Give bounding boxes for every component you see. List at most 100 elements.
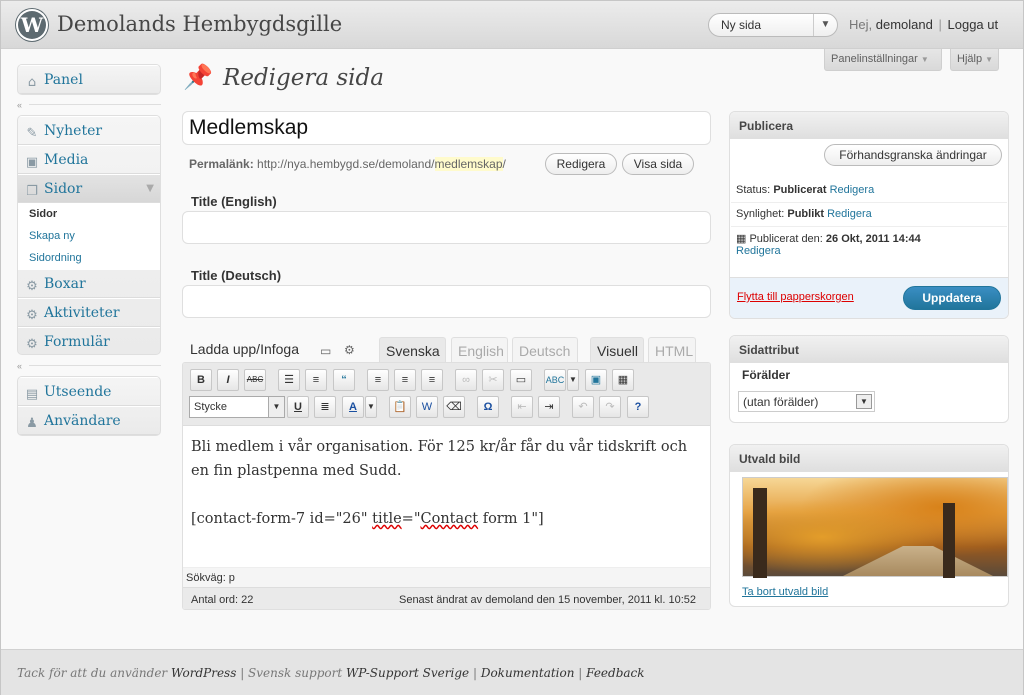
update-button[interactable]: Uppdatera xyxy=(903,286,1001,310)
menu-item-users[interactable]: ♟ Användare xyxy=(18,406,160,435)
view-page-button[interactable]: Visa sida xyxy=(622,153,694,175)
page-attributes-box: Sidattribut Förälder (utan förälder) ▼ xyxy=(729,335,1009,423)
shortcode-part: [contact-form-7 id="26" xyxy=(191,511,373,527)
menu-separator[interactable]: « xyxy=(17,100,161,110)
permalink-slug[interactable]: medlemskap xyxy=(434,157,503,171)
support-link[interactable]: WP-Support Sverige xyxy=(346,666,469,680)
menu-separator[interactable]: « xyxy=(17,361,161,371)
justify-icon[interactable]: ≣ xyxy=(314,396,336,418)
menu-group-settings: ▤ Utseende ♟ Användare xyxy=(17,376,161,436)
bullet-list-icon[interactable]: ☰ xyxy=(278,369,300,391)
move-to-trash-link[interactable]: Flytta till papperskorgen xyxy=(737,291,854,303)
align-right-icon[interactable]: ≡ xyxy=(421,369,443,391)
title-english-label: Title (English) xyxy=(191,194,277,209)
indent-icon[interactable]: ⇥ xyxy=(538,396,560,418)
tab-visual[interactable]: Visuell xyxy=(590,337,644,363)
menu-item-activities[interactable]: ⚙ Aktiviteter xyxy=(18,298,160,327)
tab-html[interactable]: HTML xyxy=(648,337,696,363)
format-dropdown[interactable]: Stycke ▼ xyxy=(189,396,285,418)
remove-format-icon[interactable]: ⌫ xyxy=(443,396,465,418)
post-title-input[interactable]: Medlemskap xyxy=(182,111,711,145)
featured-image-box: Utvald bild Ta bort utvald bild xyxy=(729,444,1009,607)
outdent-icon[interactable]: ⇤ xyxy=(511,396,533,418)
spellcheck-dropdown-icon[interactable]: ▼ xyxy=(567,369,579,391)
logout-link[interactable]: Logga ut xyxy=(948,17,999,32)
featured-image-title[interactable]: Utvald bild xyxy=(730,445,1008,472)
tab-svenska[interactable]: Svenska xyxy=(379,337,446,363)
menu-item-pages[interactable]: ❐ Sidor ▼ xyxy=(18,174,160,203)
align-left-icon[interactable]: ≡ xyxy=(367,369,389,391)
featured-image-thumbnail[interactable] xyxy=(742,477,1008,578)
link-icon[interactable]: ∞ xyxy=(455,369,477,391)
chevron-down-icon[interactable]: ▼ xyxy=(813,14,837,36)
submenu-item-page-order[interactable]: Sidordning xyxy=(18,247,160,269)
bold-icon[interactable]: B xyxy=(190,369,212,391)
chevron-down-icon: ▼ xyxy=(856,394,872,409)
menu-item-appearance[interactable]: ▤ Utseende xyxy=(18,377,160,406)
editor-content[interactable]: Bli medlem i vår organisation. För 125 k… xyxy=(191,435,701,555)
username-link[interactable]: demoland xyxy=(876,17,933,32)
separator-line xyxy=(29,104,161,105)
collapse-arrow-icon: « xyxy=(17,361,23,371)
numbered-list-icon[interactable]: ≡ xyxy=(305,369,327,391)
underline-icon[interactable]: U xyxy=(287,396,309,418)
publish-box-title[interactable]: Publicera xyxy=(730,112,1008,139)
italic-icon[interactable]: I xyxy=(217,369,239,391)
text-color-icon[interactable]: A xyxy=(342,396,364,418)
tab-english[interactable]: English xyxy=(451,337,508,363)
parent-dropdown[interactable]: (utan förälder) ▼ xyxy=(738,391,875,412)
text-color-dropdown-icon[interactable]: ▼ xyxy=(365,396,377,418)
preview-changes-button[interactable]: Förhandsgranska ändringar xyxy=(824,144,1002,166)
submenu-item-add-new[interactable]: Skapa ny xyxy=(18,225,160,247)
title-english-input[interactable] xyxy=(182,211,711,244)
special-char-icon[interactable]: Ω xyxy=(477,396,499,418)
menu-item-panel[interactable]: ⌂ Panel xyxy=(18,65,160,94)
paste-text-icon[interactable]: 📋 xyxy=(389,396,411,418)
tab-deutsch[interactable]: Deutsch xyxy=(512,337,578,363)
edit-date-link[interactable]: Redigera xyxy=(736,245,781,257)
gear-icon[interactable]: ⚙ xyxy=(344,343,358,357)
submenu-item-pages[interactable]: Sidor xyxy=(18,203,160,225)
strikethrough-icon[interactable]: ABC xyxy=(244,369,266,391)
fullscreen-icon[interactable]: ▣ xyxy=(585,369,607,391)
help-tab[interactable]: Hjälp ▼ xyxy=(950,49,999,71)
help-icon[interactable]: ? xyxy=(627,396,649,418)
wordpress-logo-icon[interactable]: W xyxy=(16,9,48,41)
title-deutsch-input[interactable] xyxy=(182,285,711,318)
blockquote-icon[interactable]: “ xyxy=(333,369,355,391)
wordpress-link[interactable]: WordPress xyxy=(171,666,236,680)
undo-icon[interactable]: ↶ xyxy=(572,396,594,418)
remove-featured-image-link[interactable]: Ta bort utvald bild xyxy=(742,586,828,598)
footer-sep: | xyxy=(574,666,587,680)
feedback-link[interactable]: Feedback xyxy=(586,666,644,680)
submenu-toggle-icon[interactable]: ▼ xyxy=(146,183,154,194)
menu-item-media[interactable]: ▣ Media xyxy=(18,145,160,174)
calendar-icon: ▦ xyxy=(736,233,747,245)
media-insert-icon[interactable]: ▭ xyxy=(320,344,334,358)
more-tag-icon[interactable]: ▭ xyxy=(510,369,532,391)
menu-item-forms[interactable]: ⚙ Formulär xyxy=(18,327,160,354)
menu-item-boxes[interactable]: ⚙ Boxar xyxy=(18,269,160,298)
image-tree-trunk xyxy=(943,503,955,578)
new-content-dropdown[interactable]: Ny sida ▼ xyxy=(708,13,838,37)
footer-credits: Tack för att du använder WordPress | Sve… xyxy=(17,666,645,680)
menu-item-posts[interactable]: ✎ Nyheter xyxy=(18,116,160,145)
redo-icon[interactable]: ↷ xyxy=(599,396,621,418)
unlink-icon[interactable]: ✂ xyxy=(482,369,504,391)
visibility-value: Publikt xyxy=(787,208,825,220)
users-icon: ♟ xyxy=(26,416,38,431)
align-center-icon[interactable]: ≡ xyxy=(394,369,416,391)
page-attributes-title[interactable]: Sidattribut xyxy=(730,336,1008,363)
site-title[interactable]: Demolands Hembygdsgille xyxy=(57,12,342,36)
documentation-link[interactable]: Dokumentation xyxy=(481,666,575,680)
spellcheck-icon[interactable]: ABC xyxy=(544,369,566,391)
screen-options-tab[interactable]: Panelinställningar ▼ xyxy=(824,49,942,71)
paste-word-icon[interactable]: W xyxy=(416,396,438,418)
edit-permalink-button[interactable]: Redigera xyxy=(545,153,617,175)
kitchen-sink-icon[interactable]: ▦ xyxy=(612,369,634,391)
menu-label: Nyheter xyxy=(44,123,103,139)
edit-status-link[interactable]: Redigera xyxy=(830,184,875,196)
edit-visibility-link[interactable]: Redigera xyxy=(827,208,872,220)
word-count: Antal ord: 22 xyxy=(191,594,254,606)
caret-down-icon: ▼ xyxy=(985,55,993,64)
